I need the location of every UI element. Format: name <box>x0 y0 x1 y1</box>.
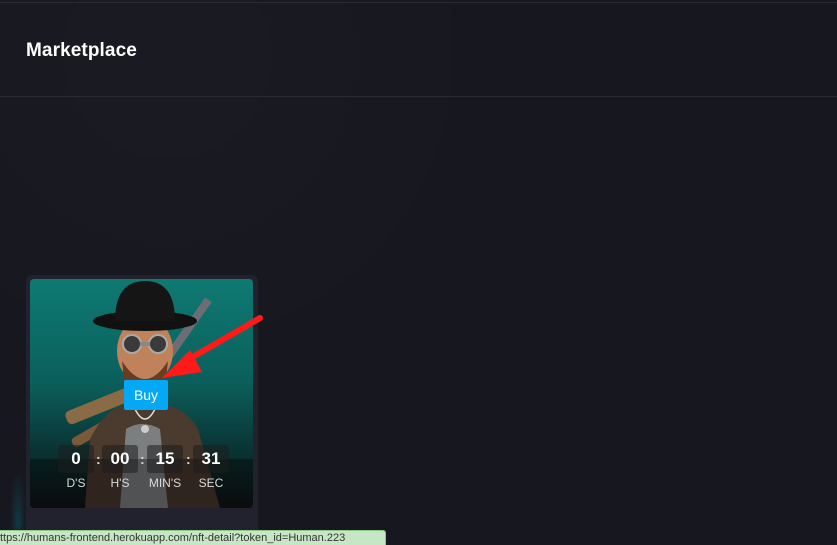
countdown-separator: : <box>186 451 191 467</box>
annotation-arrow-icon <box>162 315 263 378</box>
countdown-minutes-value: 15 <box>147 445 183 473</box>
countdown-timer: 0 D'S : 00 H'S : 15 MIN'S : 31 SEC <box>56 445 229 491</box>
countdown-seconds-label: SEC <box>198 476 224 490</box>
page: Marketplace Buy 0 D'S: 00 H'S: 15 MIN'… <box>0 0 837 545</box>
status-bar-url: ttps://humans-frontend.herokuapp.com/nft… <box>0 530 386 545</box>
countdown-days: 0 D'S <box>56 445 96 490</box>
countdown-days-label: D'S <box>66 476 86 490</box>
countdown-days-value: 0 <box>58 445 94 473</box>
countdown-hours-value: 00 <box>102 445 138 473</box>
countdown-seconds: 31 SEC <box>191 445 231 490</box>
card-glow <box>14 470 22 530</box>
countdown-separator: : <box>140 451 145 467</box>
countdown-minutes: 15 MIN'S <box>145 445 185 490</box>
countdown-seconds-value: 31 <box>193 445 229 473</box>
countdown-hours: 00 H'S <box>100 445 140 490</box>
countdown-hours-label: H'S <box>110 476 130 490</box>
countdown-minutes-label: MIN'S <box>148 476 182 490</box>
page-title: Marketplace <box>26 40 137 61</box>
header: Marketplace <box>0 3 837 97</box>
